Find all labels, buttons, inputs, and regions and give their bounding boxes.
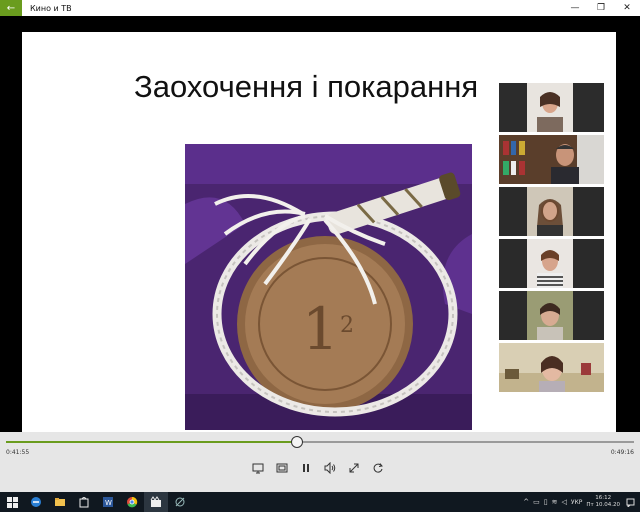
mini-view-icon xyxy=(276,463,288,473)
seek-thumb[interactable] xyxy=(291,436,303,448)
taskbar-edge[interactable] xyxy=(24,492,48,512)
action-center-button[interactable] xyxy=(624,498,636,507)
player-controls: 0:41:55 0:49:16 xyxy=(0,432,640,492)
repeat-icon xyxy=(373,463,383,473)
clock[interactable]: 16:12 Пт 10.04.20 xyxy=(586,495,620,509)
participant-tile[interactable] xyxy=(499,187,604,236)
participant-gallery xyxy=(499,83,604,395)
system-tray: ^ ▭ ▯ ≋ ◁ УКР 16:12 Пт 10.04.20 xyxy=(523,492,640,512)
slide-title: Заохочення і покарання xyxy=(134,69,479,104)
taskbar-word[interactable]: W xyxy=(96,492,120,512)
clapperboard-icon xyxy=(150,496,161,507)
notification-icon xyxy=(626,498,634,507)
volume-icon xyxy=(324,462,336,474)
language-indicator[interactable]: УКР xyxy=(571,499,583,506)
participant-tile[interactable] xyxy=(499,343,604,392)
clock-date: Пт 10.04.20 xyxy=(586,502,620,508)
edge-icon xyxy=(31,497,41,507)
taskbar-app[interactable] xyxy=(168,492,192,512)
word-icon: W xyxy=(103,497,113,507)
gingerbread-whip-photo: 1 2 xyxy=(185,144,472,430)
fullscreen-icon xyxy=(349,463,359,473)
close-icon: ✕ xyxy=(623,3,631,13)
participant-tile[interactable] xyxy=(499,83,604,132)
satellite-icon xyxy=(175,497,185,507)
windows-taskbar: W ^ ▭ ▯ ≋ ◁ УКР 16:12 Пт 10.04.20 xyxy=(0,492,640,512)
show-hidden-icon[interactable]: ^ xyxy=(523,498,529,506)
participant-tile[interactable] xyxy=(499,135,604,184)
seek-bar-fill xyxy=(6,441,297,443)
seek-bar[interactable] xyxy=(6,436,634,448)
network-icon[interactable]: ▭ xyxy=(533,498,540,506)
store-icon xyxy=(79,497,89,508)
title-bar: ← Кино и ТВ — ❐ ✕ xyxy=(0,0,640,16)
participant-tile[interactable] xyxy=(499,291,604,340)
windows-logo-icon xyxy=(6,496,18,508)
clock-time: 16:12 xyxy=(595,495,612,501)
volume-button[interactable] xyxy=(324,462,336,474)
mini-view-button[interactable] xyxy=(276,462,288,474)
taskbar-chrome[interactable] xyxy=(120,492,144,512)
restore-icon: ❐ xyxy=(596,3,606,13)
minimize-icon: — xyxy=(570,3,580,13)
speaker-icon[interactable]: ◁ xyxy=(561,498,566,506)
back-button[interactable]: ← xyxy=(0,0,22,16)
repeat-button[interactable] xyxy=(372,462,384,474)
arrow-left-icon: ← xyxy=(6,2,16,14)
app-title: Кино и ТВ xyxy=(30,3,72,13)
svg-text:2: 2 xyxy=(340,313,354,338)
fullscreen-button[interactable] xyxy=(348,462,360,474)
cast-icon xyxy=(252,463,264,474)
taskbar-movies-tv[interactable] xyxy=(144,492,168,512)
folder-icon xyxy=(55,498,65,506)
video-frame[interactable]: Заохочення і покарання 1 2 xyxy=(0,16,640,432)
svg-text:1: 1 xyxy=(302,295,339,363)
movies-tv-app: ← Кино и ТВ — ❐ ✕ Заохочення і покарання… xyxy=(0,0,640,512)
close-button[interactable]: ✕ xyxy=(614,0,640,16)
pause-button[interactable] xyxy=(300,462,312,474)
start-button[interactable] xyxy=(0,492,24,512)
cast-button[interactable] xyxy=(252,462,264,474)
participant-tile[interactable] xyxy=(499,239,604,288)
svg-text:W: W xyxy=(105,499,112,507)
restore-button[interactable]: ❐ xyxy=(588,0,614,16)
playback-buttons xyxy=(252,462,384,474)
pause-icon xyxy=(303,464,309,472)
taskbar-file-explorer[interactable] xyxy=(48,492,72,512)
wifi-icon[interactable]: ≋ xyxy=(552,498,558,506)
total-time: 0:49:16 xyxy=(610,449,634,456)
taskbar-store[interactable] xyxy=(72,492,96,512)
minimize-button[interactable]: — xyxy=(562,0,588,16)
chrome-icon xyxy=(127,496,138,508)
battery-icon[interactable]: ▯ xyxy=(544,498,548,506)
elapsed-time: 0:41:55 xyxy=(6,449,30,456)
